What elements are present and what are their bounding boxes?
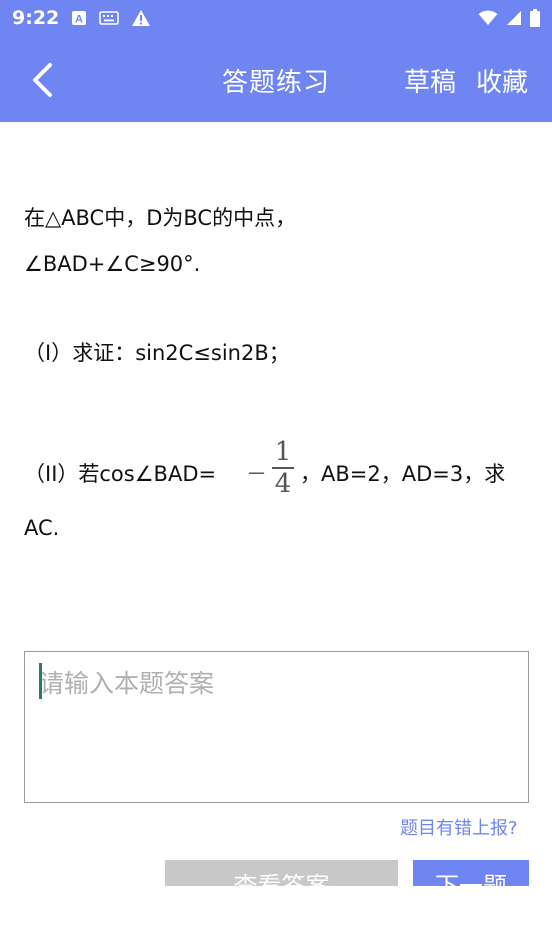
question-line-2: ∠BAD+∠C≥90°.	[24, 252, 201, 276]
draft-button[interactable]: 草稿	[404, 62, 456, 99]
next-question-button[interactable]: 下一题	[413, 860, 529, 886]
page-title: 答题练习	[222, 68, 331, 98]
fraction-numerator: 1	[274, 437, 292, 467]
a-notification-icon: A	[71, 10, 87, 26]
view-answer-label: 查看答案	[233, 872, 330, 886]
question-part-2-line-2: AC.	[24, 516, 60, 540]
answer-box	[24, 651, 529, 803]
status-right	[478, 9, 540, 27]
fraction: 1 4	[270, 438, 296, 498]
question-part-1: （I）求证：sin2C≤sin2B；	[24, 341, 290, 365]
back-button[interactable]	[22, 60, 62, 100]
favorite-button[interactable]: 收藏	[476, 62, 528, 99]
status-bar: 9:22 A	[0, 0, 552, 36]
next-question-label: 下一题	[435, 872, 507, 886]
keyboard-icon	[99, 11, 120, 25]
negative-sign: －	[246, 462, 267, 486]
wifi-icon	[478, 10, 498, 26]
status-time: 9:22	[12, 7, 60, 29]
bottom-area	[0, 886, 552, 938]
warning-icon	[131, 9, 151, 27]
battery-icon	[530, 9, 540, 27]
svg-text:A: A	[75, 14, 83, 26]
app-bar: 答题练习 草稿 收藏	[0, 36, 552, 122]
question-part-2-suffix: ，AB=2，AD=3，求	[300, 462, 506, 486]
text-caret	[39, 663, 42, 699]
chevron-left-icon	[33, 63, 52, 97]
question-line-1: 在△ABC中，D为BC的中点，	[24, 206, 297, 230]
status-left: 9:22 A	[12, 7, 151, 29]
signal-icon	[506, 10, 522, 26]
view-answer-button[interactable]: 查看答案	[165, 860, 398, 886]
answer-input[interactable]	[39, 664, 514, 790]
question-part-2-prefix: （II）若cos∠BAD=	[24, 462, 217, 486]
fraction-denominator: 4	[274, 469, 292, 499]
report-error-link[interactable]: 题目有错上报?	[400, 814, 518, 840]
